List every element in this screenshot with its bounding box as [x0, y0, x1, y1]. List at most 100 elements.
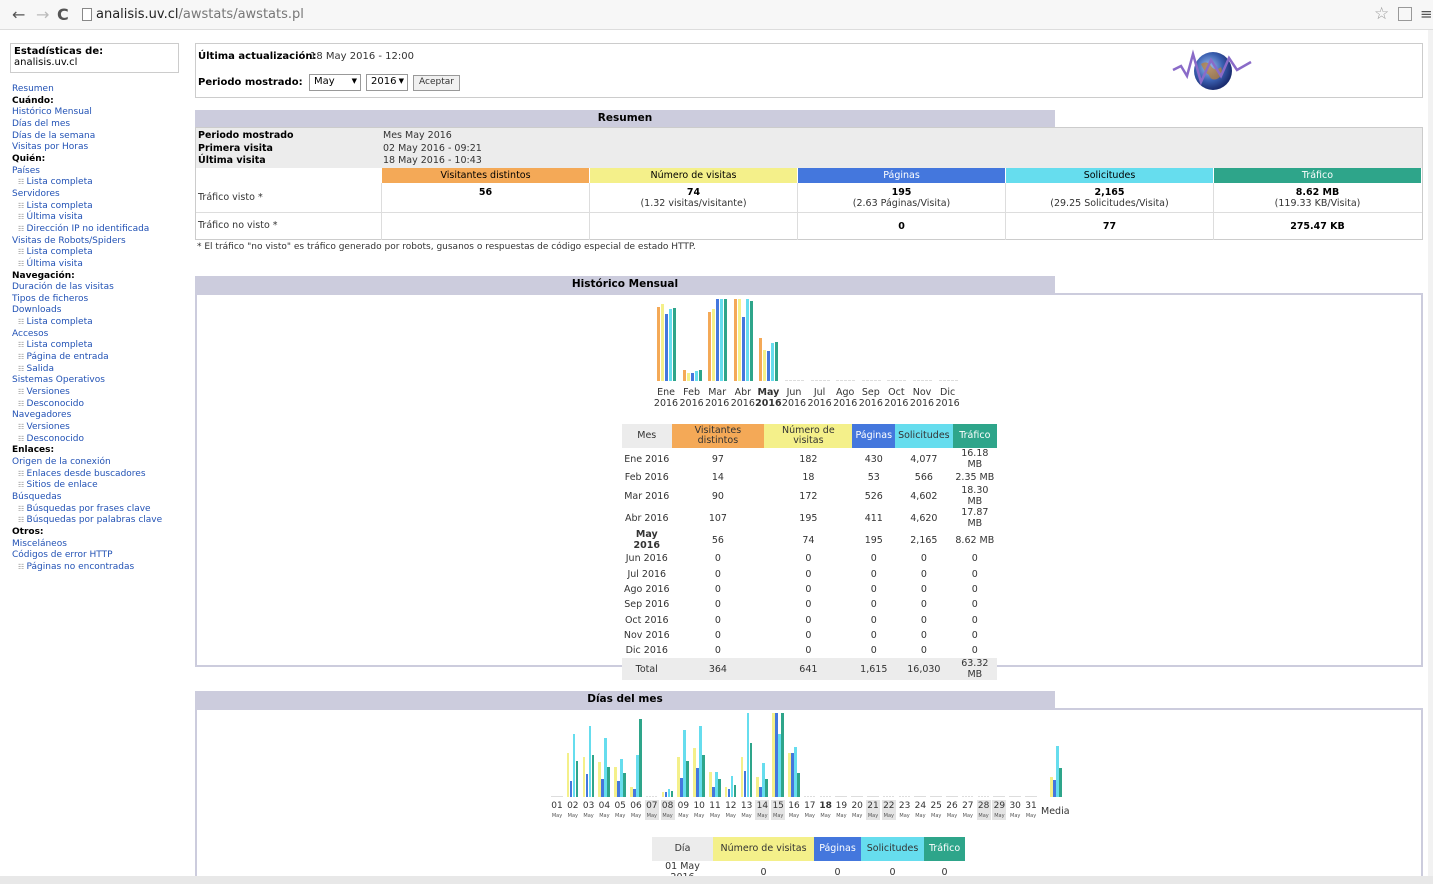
menu-heading: Cuándo: — [12, 95, 54, 106]
chart-bar — [716, 299, 720, 381]
menu-link[interactable]: Visitas de Robots/Spiders — [12, 236, 190, 248]
menu-link[interactable]: Códigos de error HTTP — [12, 550, 190, 562]
menu-link[interactable]: Lista completa — [12, 177, 190, 189]
menu-link[interactable]: Downloads — [12, 305, 190, 317]
chart-bar — [836, 380, 840, 381]
sidebar-menu: Resumen Cuándo: Histórico Mensual Días del … — [12, 84, 190, 574]
requests-cell: 0 — [920, 614, 927, 626]
year-value: 2016 — [371, 76, 397, 87]
menu-link[interactable]: Lista completa — [12, 201, 190, 213]
menu-link[interactable]: Página de entrada — [12, 352, 190, 364]
header-visitors: Visitantes distintos — [382, 168, 589, 183]
menu-link[interactable]: Navegadores — [12, 410, 190, 422]
menu-link[interactable]: Lista completa — [12, 317, 190, 329]
menu-icon[interactable]: ≡ — [1420, 5, 1433, 23]
chart-bar — [814, 380, 818, 381]
year-select[interactable]: 2016 ▼ — [366, 74, 408, 91]
chart-bar — [575, 761, 579, 797]
menu-link[interactable]: Sitios de enlace — [12, 480, 190, 492]
visitors-cell: 364 — [708, 663, 727, 675]
x-tick-day: 02 — [567, 801, 579, 811]
x-tick-month: May — [899, 813, 910, 819]
chart-bar — [970, 796, 974, 797]
menu-link[interactable]: Países — [12, 166, 190, 178]
chart-bar — [950, 380, 954, 381]
chart-bar — [749, 743, 753, 797]
menu-link[interactable]: Desconocido — [12, 399, 190, 411]
forward-icon[interactable]: → — [36, 5, 49, 24]
menu-link[interactable]: Salida — [12, 364, 190, 376]
menu-link[interactable]: Días de la semana — [12, 131, 190, 143]
pages-cell: 0 — [870, 629, 877, 641]
address-bar[interactable]: analisis.uv.cl/awstats/awstats.pl — [96, 7, 304, 22]
table-row: Ago 2016 0 0 0 0 0 — [622, 582, 997, 597]
chart-bar — [741, 316, 745, 381]
menu-link[interactable]: Páginas no encontradas — [12, 562, 190, 574]
seen-traffic-label: Tráfico visto * — [198, 192, 263, 203]
last-update-value: 18 May 2016 - 12:00 — [310, 51, 414, 62]
chart-bar — [923, 796, 926, 797]
menu-link[interactable]: Dirección IP no identificada — [12, 224, 190, 236]
back-icon[interactable]: ← — [12, 5, 25, 24]
traffic-cell: 0 — [971, 584, 978, 596]
menu-link[interactable]: Origen de la conexión — [12, 457, 190, 469]
menu-link[interactable]: Lista completa — [12, 340, 190, 352]
scrollbar[interactable] — [1428, 30, 1433, 876]
chart-bar — [895, 380, 899, 381]
table-row: Feb 2016 14 18 53 566 2.35 MB — [622, 470, 997, 485]
month-select[interactable]: May ▼ — [309, 74, 361, 91]
menu-link[interactable]: Días del mes — [12, 119, 190, 131]
menu-link[interactable]: Búsquedas — [12, 492, 190, 504]
requests-cell: 4,077 — [910, 453, 938, 465]
menu-link[interactable]: Búsquedas por frases clave — [12, 504, 190, 516]
menu-link[interactable]: Sistemas Operativos — [12, 375, 190, 387]
chart-bar — [891, 796, 895, 797]
requests-cell: 4,602 — [910, 490, 938, 502]
month-cell: Dic 2016 — [625, 645, 668, 657]
bookmark-star-icon[interactable]: ☆ — [1374, 4, 1389, 24]
visits-cell: 182 — [799, 453, 818, 465]
month-cell: Abr 2016 — [624, 512, 669, 524]
chart-bar — [828, 796, 832, 797]
menu-link[interactable]: Última visita — [12, 259, 190, 271]
chart-bar — [865, 380, 869, 381]
table-row: Ene 2016 97 182 430 4,077 16.18 MB — [622, 448, 997, 470]
menu-link[interactable]: Servidores — [12, 189, 190, 201]
chart-bar — [899, 380, 903, 381]
menu-link[interactable]: Duración de las visitas — [12, 282, 190, 294]
x-tick-month: Feb — [683, 387, 700, 398]
pages-cell: 411 — [864, 512, 883, 524]
row-divider — [196, 212, 1422, 213]
menu-link[interactable]: Lista completa — [12, 247, 190, 259]
menu-link[interactable]: Desconocido — [12, 434, 190, 446]
month-cell: Oct 2016 — [624, 614, 669, 626]
extension-icon[interactable] — [1398, 7, 1412, 21]
menu-link[interactable]: Resumen — [12, 84, 190, 96]
period-box: Última actualización: 18 May 2016 - 12:0… — [195, 43, 1423, 98]
menu-link[interactable]: Última visita — [12, 212, 190, 224]
menu-link[interactable]: Histórico Mensual — [12, 107, 190, 119]
chart-bar — [818, 380, 822, 381]
menu-link[interactable]: Misceláneos — [12, 539, 190, 551]
x-tick-label: Abr 2016 — [729, 387, 757, 409]
requests-cell: 16,030 — [907, 663, 941, 675]
menu-link[interactable]: Accesos — [12, 329, 190, 341]
reload-icon[interactable]: C — [57, 5, 69, 24]
table-row: Abr 2016 107 195 411 4,620 17.87 MB — [622, 507, 997, 529]
menu-link[interactable]: Tipos de ficheros — [12, 294, 190, 306]
accept-button[interactable]: Aceptar — [413, 75, 460, 91]
menu-link[interactable]: Búsquedas por palabras clave — [12, 515, 190, 527]
menu-link[interactable]: Visitas por Horas — [12, 142, 190, 154]
first-visit-label: Primera visita — [198, 143, 273, 154]
chart-bar — [657, 306, 660, 381]
menu-link[interactable]: Enlaces desde buscadores — [12, 469, 190, 481]
chart-bar — [749, 300, 753, 381]
visits-cell: 0 — [805, 645, 812, 657]
visits-cell: 18 — [802, 472, 815, 484]
menu-link[interactable]: Versiones — [12, 422, 190, 434]
x-tick-day: 16 — [788, 801, 800, 811]
menu-link[interactable]: Versiones — [12, 387, 190, 399]
chart-bar — [745, 299, 749, 381]
traffic-cell: 18.30 MB — [961, 485, 989, 508]
chart-bar — [1034, 796, 1037, 797]
